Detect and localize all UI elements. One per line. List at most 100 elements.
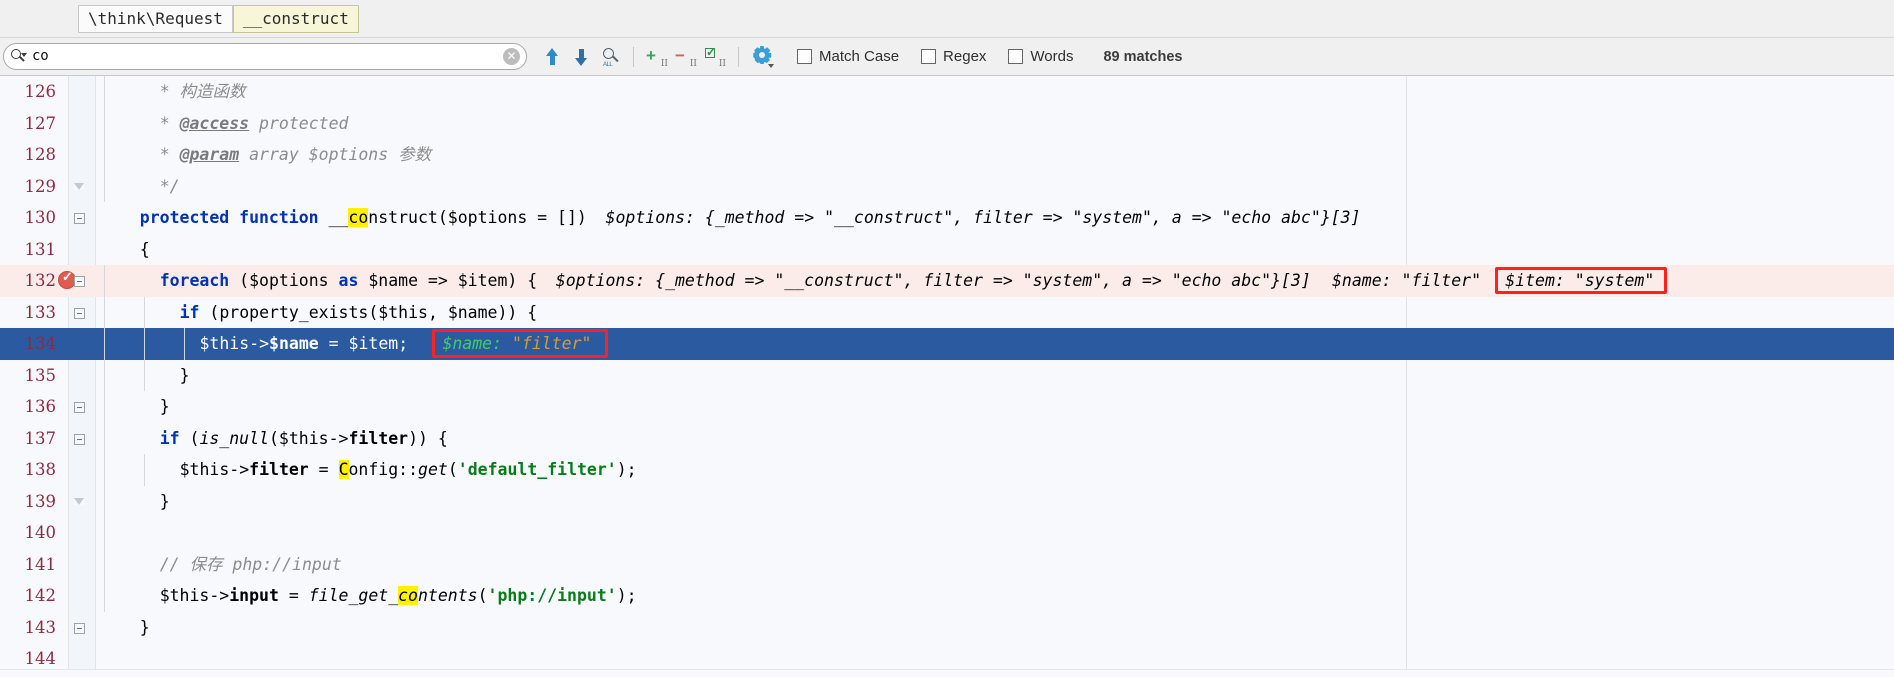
- regex-label: Regex: [943, 48, 987, 65]
- indent-guide: [143, 359, 145, 391]
- match-case-label: Match Case: [819, 48, 900, 65]
- filter-settings-gear-icon[interactable]: [749, 44, 775, 70]
- code-token: get: [418, 460, 448, 479]
- code-line-133[interactable]: 133 if (property_exists($this, $name)) {: [0, 296, 1894, 329]
- breadcrumb-item-class[interactable]: \think\Request: [78, 4, 233, 33]
- line-number: 129: [24, 176, 57, 196]
- code-token: $name: [269, 334, 319, 353]
- code-token: co: [348, 208, 369, 227]
- toolbar-divider: [633, 46, 634, 67]
- words-checkbox[interactable]: Words: [1008, 48, 1073, 65]
- remove-selection-icon[interactable]: − II: [673, 44, 699, 70]
- code-line-140[interactable]: 140: [0, 517, 1894, 549]
- inline-debug-hint-item: $item: "system": [1505, 271, 1655, 290]
- code-text: $this->$name = $item;: [200, 328, 409, 360]
- code-token: __: [328, 208, 349, 227]
- line-number: 131: [24, 239, 57, 259]
- line-number: 142: [24, 586, 57, 605]
- search-input[interactable]: co ✕: [3, 43, 527, 70]
- search-input-value: co: [32, 48, 49, 64]
- code-line-130[interactable]: 130 protected function __construct($optio…: [0, 202, 1894, 234]
- breadcrumb-item-method[interactable]: __construct: [232, 4, 359, 33]
- code-token: co: [398, 586, 418, 605]
- inline-debug-hint-selected: $name: "filter": [442, 328, 591, 360]
- code-editor[interactable]: 126 * 构造函数 127 * @access protected 128 * @par…: [0, 76, 1894, 677]
- code-token: file_get_: [308, 586, 399, 605]
- code-token: }: [139, 617, 150, 637]
- code-token: ($options = []): [437, 208, 587, 227]
- code-line-134[interactable]: 134 $this->$name = $item; $name: "filter": [0, 328, 1894, 360]
- breadcrumb: \think\Request __construct: [0, 0, 1894, 38]
- fold-toggle-icon[interactable]: [74, 433, 85, 445]
- code-token: ntents: [418, 586, 478, 605]
- fold-toggle-icon[interactable]: [74, 402, 85, 413]
- indent-guide: [104, 170, 105, 202]
- code-token: ($this->: [268, 428, 349, 448]
- code-line-129[interactable]: 129 */: [0, 170, 1894, 202]
- regex-checkbox-box[interactable]: [921, 49, 937, 64]
- line-number: 126: [24, 82, 57, 101]
- editor-bottom-strip: [0, 669, 1894, 677]
- code-token: =: [308, 460, 339, 479]
- code-token: }: [159, 397, 170, 416]
- inline-debug-hint-name: $name: "filter": [1332, 271, 1482, 290]
- indent-guide: [104, 548, 105, 580]
- line-number: 138: [24, 460, 57, 479]
- find-previous-icon[interactable]: [539, 44, 565, 70]
- match-case-checkbox[interactable]: Match Case: [797, 48, 899, 65]
- code-line-141[interactable]: 141 // 保存 php://input: [0, 548, 1894, 580]
- code-line-138[interactable]: 138 $this->filter = Config::get('default_…: [0, 454, 1894, 486]
- code-line-135[interactable]: 135}: [0, 359, 1894, 391]
- words-checkbox-box[interactable]: [1008, 49, 1024, 64]
- fold-toggle-icon[interactable]: [74, 622, 85, 634]
- code-text: if (property_exists($this, $name)) {: [180, 297, 538, 329]
- line-number: 133: [24, 302, 57, 322]
- code-line-136[interactable]: 136}: [0, 391, 1894, 423]
- code-token: $name => $item) {: [368, 271, 538, 290]
- clear-search-icon[interactable]: ✕: [503, 48, 520, 65]
- add-selection-icon[interactable]: + II: [644, 44, 670, 70]
- fold-toggle-icon[interactable]: [74, 497, 84, 505]
- indent-guide: [143, 328, 145, 360]
- code-token: }: [179, 365, 190, 385]
- code-line-142[interactable]: 142 $this->input = file_get_contents('php…: [0, 580, 1894, 612]
- indent-guide: [104, 580, 105, 612]
- fold-toggle-icon[interactable]: [74, 182, 84, 190]
- find-next-icon[interactable]: [568, 44, 594, 70]
- hint-variable-name: $name:: [442, 334, 512, 353]
- code-line-137[interactable]: 137 if (is_null($this->filter)) {: [0, 422, 1894, 454]
- code-line-131[interactable]: 131 {: [0, 234, 1894, 266]
- select-all-occurrences-icon[interactable]: ✓ II: [702, 44, 728, 70]
- code-text: * @param array $options 参数: [160, 139, 431, 171]
- ide-editor-window: \think\Request __construct co ✕ ALL + II …: [0, 0, 1894, 677]
- code-token: input: [229, 586, 279, 605]
- fold-toggle-icon[interactable]: [74, 307, 85, 319]
- line-number: 139: [24, 491, 57, 511]
- line-number: 130: [24, 208, 57, 227]
- code-token: onfig::: [348, 460, 419, 479]
- indent-guide: [183, 328, 185, 360]
- line-number: 140: [24, 523, 57, 542]
- code-line-132[interactable]: 132 foreach ($options as $name => $item) …: [0, 265, 1894, 297]
- code-token: C: [338, 460, 349, 479]
- code-line-128[interactable]: 128 * @param array $options 参数: [0, 139, 1894, 171]
- code-line-126[interactable]: 126 * 构造函数: [0, 76, 1894, 108]
- indent-guide: [104, 76, 105, 108]
- regex-checkbox[interactable]: Regex: [921, 48, 986, 65]
- match-case-checkbox-box[interactable]: [797, 49, 812, 64]
- indent-guide: [104, 359, 105, 391]
- code-line-143[interactable]: 143}: [0, 612, 1894, 644]
- code-line-139[interactable]: 139}: [0, 485, 1894, 517]
- search-icon[interactable]: [10, 48, 27, 65]
- code-token: (: [477, 586, 488, 605]
- line-number: 137: [24, 428, 57, 448]
- code-token: *: [159, 113, 180, 133]
- code-text: }: [160, 391, 170, 423]
- fold-toggle-icon[interactable]: [74, 213, 85, 224]
- fold-toggle-icon[interactable]: [74, 276, 85, 287]
- indent-guide: [143, 454, 145, 486]
- code-token: {: [139, 239, 150, 259]
- code-line-127[interactable]: 127 * @access protected: [0, 107, 1894, 139]
- code-text: }: [140, 612, 150, 644]
- find-all-icon[interactable]: ALL: [597, 44, 623, 70]
